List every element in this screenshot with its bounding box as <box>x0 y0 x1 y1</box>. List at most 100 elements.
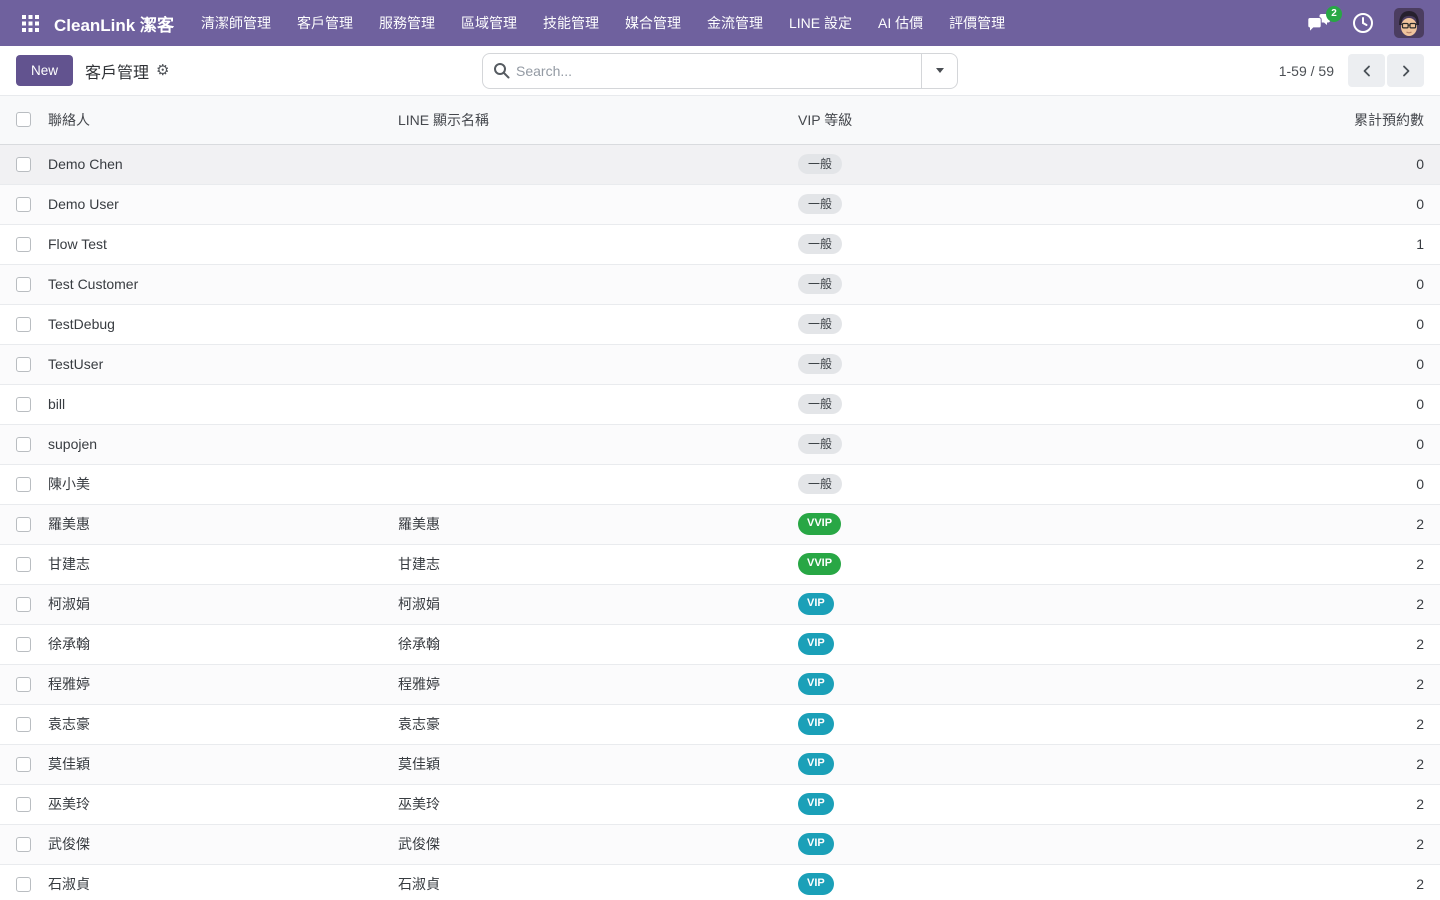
contact-cell: 袁志豪 <box>40 704 390 744</box>
nav-menu-item[interactable]: 評價管理 <box>936 7 1018 39</box>
row-checkbox[interactable] <box>16 317 31 332</box>
new-button[interactable]: New <box>16 55 73 86</box>
booking-count-cell: 1 <box>1190 224 1440 264</box>
row-checkbox[interactable] <box>16 677 31 692</box>
top-navbar: CleanLink 潔客 清潔師管理客戶管理服務管理區域管理技能管理媒合管理金流… <box>0 0 1440 46</box>
row-checkbox[interactable] <box>16 717 31 732</box>
row-checkbox[interactable] <box>16 437 31 452</box>
nav-menu-item[interactable]: 金流管理 <box>694 7 776 39</box>
table-row[interactable]: 陳小美 一般 0 <box>0 464 1440 504</box>
vip-level-cell: 一般 <box>790 464 1190 504</box>
nav-menu-item[interactable]: 技能管理 <box>530 7 612 39</box>
line-name-cell: 柯淑娟 <box>390 584 790 624</box>
contact-cell: 柯淑娟 <box>40 584 390 624</box>
messages-count-badge: 2 <box>1326 6 1342 22</box>
table-row[interactable]: TestDebug 一般 0 <box>0 304 1440 344</box>
table-row[interactable]: 莫佳穎 莫佳穎 VIP 2 <box>0 744 1440 784</box>
column-header-booking-count[interactable]: 累計預約數 <box>1190 96 1440 144</box>
nav-menu-item[interactable]: 客戶管理 <box>284 7 366 39</box>
pager-next-button[interactable] <box>1387 54 1424 87</box>
vip-badge: VIP <box>798 753 834 774</box>
nav-menu-item[interactable]: AI 估價 <box>865 7 936 39</box>
column-header-vip-level[interactable]: VIP 等級 <box>790 96 1190 144</box>
table-row[interactable]: supojen 一般 0 <box>0 424 1440 464</box>
vip-badge: VIP <box>798 833 834 854</box>
row-checkbox[interactable] <box>16 277 31 292</box>
row-checkbox-cell <box>0 424 40 464</box>
row-checkbox-cell <box>0 784 40 824</box>
table-row[interactable]: 袁志豪 袁志豪 VIP 2 <box>0 704 1440 744</box>
row-checkbox[interactable] <box>16 877 31 892</box>
table-row[interactable]: TestUser 一般 0 <box>0 344 1440 384</box>
table-row[interactable]: 羅美惠 羅美惠 VVIP 2 <box>0 504 1440 544</box>
booking-count-cell: 0 <box>1190 144 1440 184</box>
apps-grid-icon[interactable] <box>16 9 44 37</box>
nav-menu-item[interactable]: 區域管理 <box>448 7 530 39</box>
line-name-cell <box>390 344 790 384</box>
vip-badge: VIP <box>798 713 834 734</box>
user-avatar[interactable] <box>1394 8 1424 38</box>
search-dropdown-toggle[interactable] <box>921 54 957 88</box>
table-row[interactable]: 武俊傑 武俊傑 VIP 2 <box>0 824 1440 864</box>
vip-level-cell: 一般 <box>790 144 1190 184</box>
line-name-cell: 甘建志 <box>390 544 790 584</box>
row-checkbox[interactable] <box>16 357 31 372</box>
search-input[interactable] <box>516 54 921 88</box>
table-row[interactable]: 巫美玲 巫美玲 VIP 2 <box>0 784 1440 824</box>
table-row[interactable]: Flow Test 一般 1 <box>0 224 1440 264</box>
table-row[interactable]: Demo User 一般 0 <box>0 184 1440 224</box>
vip-badge: VIP <box>798 593 834 614</box>
row-checkbox-cell <box>0 384 40 424</box>
table-row[interactable]: 石淑貞 石淑貞 VIP 2 <box>0 864 1440 900</box>
nav-menu-item[interactable]: 媒合管理 <box>612 7 694 39</box>
select-all-checkbox[interactable] <box>16 112 31 127</box>
contact-cell: Demo Chen <box>40 144 390 184</box>
table-row[interactable]: 徐承翰 徐承翰 VIP 2 <box>0 624 1440 664</box>
vip-level-cell: VIP <box>790 864 1190 900</box>
activity-clock-icon[interactable] <box>1352 12 1374 34</box>
line-name-cell <box>390 464 790 504</box>
row-checkbox[interactable] <box>16 837 31 852</box>
vip-level-cell: VIP <box>790 584 1190 624</box>
table-row[interactable]: 甘建志 甘建志 VVIP 2 <box>0 544 1440 584</box>
table-row[interactable]: Demo Chen 一般 0 <box>0 144 1440 184</box>
row-checkbox[interactable] <box>16 637 31 652</box>
contact-cell: 甘建志 <box>40 544 390 584</box>
column-header-line-name[interactable]: LINE 顯示名稱 <box>390 96 790 144</box>
row-checkbox[interactable] <box>16 797 31 812</box>
chevron-right-icon <box>1400 65 1412 77</box>
row-checkbox-cell <box>0 144 40 184</box>
vip-level-cell: VIP <box>790 704 1190 744</box>
gear-icon[interactable]: ⚙ <box>156 63 169 78</box>
booking-count-cell: 2 <box>1190 744 1440 784</box>
vip-badge: 一般 <box>798 274 842 294</box>
table-row[interactable]: 程雅婷 程雅婷 VIP 2 <box>0 664 1440 704</box>
table-row[interactable]: 柯淑娟 柯淑娟 VIP 2 <box>0 584 1440 624</box>
row-checkbox[interactable] <box>16 157 31 172</box>
pager-previous-button[interactable] <box>1348 54 1385 87</box>
row-checkbox[interactable] <box>16 397 31 412</box>
nav-menu-item[interactable]: 清潔師管理 <box>188 7 284 39</box>
booking-count-cell: 0 <box>1190 344 1440 384</box>
select-all-cell <box>0 96 40 144</box>
messages-icon[interactable]: 2 <box>1307 13 1332 34</box>
app-brand[interactable]: CleanLink 潔客 <box>54 11 174 36</box>
vip-level-cell: VVIP <box>790 504 1190 544</box>
row-checkbox[interactable] <box>16 197 31 212</box>
nav-menu-item[interactable]: 服務管理 <box>366 7 448 39</box>
row-checkbox[interactable] <box>16 597 31 612</box>
booking-count-cell: 2 <box>1190 544 1440 584</box>
nav-menu-item[interactable]: LINE 設定 <box>776 7 865 39</box>
row-checkbox[interactable] <box>16 517 31 532</box>
navbar-right: 2 <box>1307 8 1424 38</box>
row-checkbox[interactable] <box>16 757 31 772</box>
vip-level-cell: 一般 <box>790 424 1190 464</box>
row-checkbox[interactable] <box>16 237 31 252</box>
row-checkbox[interactable] <box>16 557 31 572</box>
table-row[interactable]: Test Customer 一般 0 <box>0 264 1440 304</box>
row-checkbox[interactable] <box>16 477 31 492</box>
column-header-contact[interactable]: 聯絡人 <box>40 96 390 144</box>
table-row[interactable]: bill 一般 0 <box>0 384 1440 424</box>
booking-count-cell: 2 <box>1190 824 1440 864</box>
vip-level-cell: VIP <box>790 784 1190 824</box>
